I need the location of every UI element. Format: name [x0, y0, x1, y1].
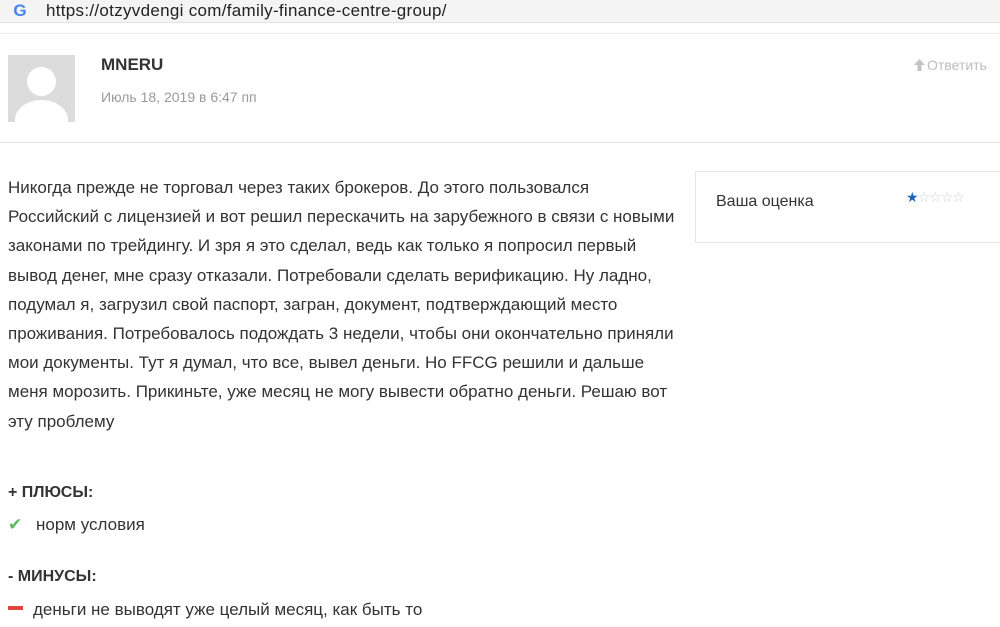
comment-separator	[0, 142, 1000, 143]
page-divider	[0, 33, 1000, 34]
reply-label: Ответить	[927, 57, 987, 73]
url-text[interactable]: https://otzyvdengi com/family-finance-ce…	[46, 1, 447, 21]
pros-title: + ПЛЮСЫ:	[8, 484, 94, 501]
rating-label: Ваша оценка	[716, 193, 814, 210]
pros-item-text: норм условия	[36, 515, 145, 534]
reply-button[interactable]: Ответить	[914, 57, 987, 73]
comment-text: Никогда прежде не торговал через таких б…	[8, 178, 675, 431]
address-bar[interactable]: G https://otzyvdengi com/family-finance-…	[0, 0, 1000, 23]
comment-date: Июль 18, 2019 в 6:47 пп	[101, 89, 257, 105]
comment-author[interactable]: MNERU	[101, 55, 163, 75]
checkmark-icon: ✔	[8, 515, 23, 534]
star-empty-icon[interactable]: ☆	[952, 189, 965, 206]
rating-stars: ★☆☆☆☆	[906, 189, 965, 207]
avatar-shoulders	[15, 100, 68, 122]
arrow-up-icon	[914, 57, 925, 73]
rating-box: Ваша оценка ★☆☆☆☆	[695, 171, 1000, 243]
cons-item: деньги не выводят уже целый месяц, как б…	[8, 600, 422, 620]
pros-item: ✔ норм условия	[8, 515, 145, 535]
cons-title: - МИНУСЫ:	[8, 568, 97, 585]
minus-icon	[8, 605, 23, 610]
google-g-icon: G	[13, 1, 27, 20]
cons-item-text: деньги не выводят уже целый месяц, как б…	[33, 600, 423, 619]
avatar-head	[27, 67, 56, 96]
avatar	[8, 55, 75, 122]
